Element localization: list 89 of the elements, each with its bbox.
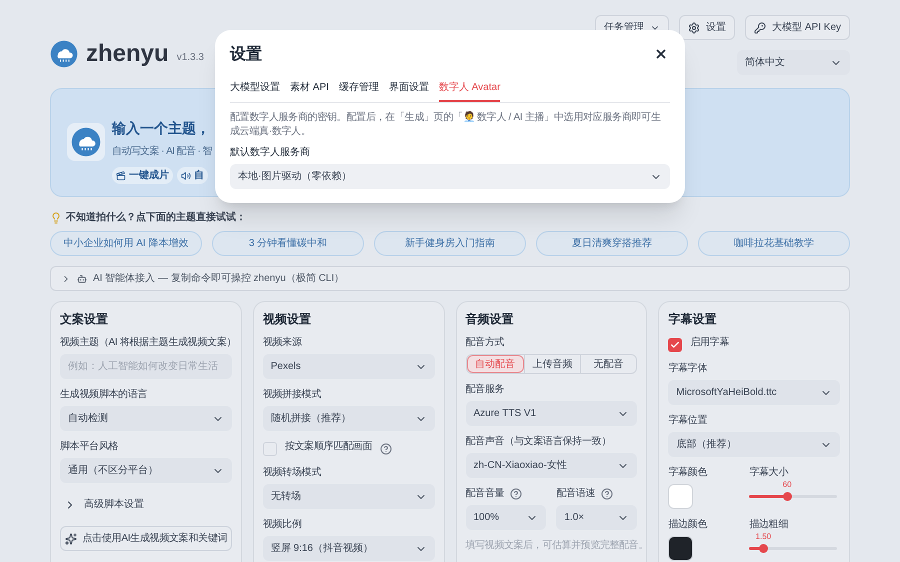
topic-chip[interactable]: 3 分钟看懂碳中和	[212, 231, 364, 256]
generate-script-button[interactable]: 点击使用AI生成视频文案和关键词	[60, 526, 232, 551]
help-icon[interactable]	[601, 488, 614, 500]
topic-chip[interactable]: 新手健身房入门指南	[374, 231, 526, 256]
dialog-tab[interactable]: 大模型设置	[230, 82, 280, 102]
slider-reading: 60	[782, 480, 792, 490]
hint-text: 填写视频文案后，可估算并预览完整配音。	[466, 540, 648, 552]
agent-bar[interactable]: AI 智能体接入 — 复制命令即可操控 zhenyu（极简 CLI）	[50, 266, 850, 291]
field-label: 生成视频脚本的语言	[60, 389, 148, 401]
hint-text: 不知道拍什么？点下面的主题直接试试：	[66, 210, 246, 225]
select-field[interactable]: 竖屏 9:16（抖音视频）	[262, 536, 434, 561]
check-icon	[670, 340, 680, 350]
slider-reading: 1.50	[756, 532, 772, 542]
field-label: 字幕字体	[668, 363, 708, 375]
robot-icon	[77, 274, 87, 284]
dialog-tab[interactable]: 界面设置	[388, 82, 429, 102]
field-label: 描边粗细	[749, 519, 788, 531]
select-field[interactable]: 随机拼接（推荐）	[262, 406, 434, 431]
panel-title: 音频设置	[466, 312, 514, 326]
field-label: 配音方式	[466, 337, 504, 349]
topic-input[interactable]: 例如：人工智能如何改变日常生活	[60, 354, 232, 379]
topic-chip[interactable]: 夏日清爽穿搭推荐	[536, 231, 688, 256]
sparkle-icon	[64, 532, 77, 544]
feature-badge: 自	[177, 167, 208, 184]
field-label: 描边颜色	[668, 519, 708, 531]
app-name: zhenyu	[86, 38, 169, 68]
key-icon	[754, 22, 766, 34]
panel-title: 视频设置	[262, 312, 311, 326]
field-label: 字幕颜色	[668, 467, 708, 479]
topic-chip[interactable]: 咖啡拉花基础教学	[698, 231, 850, 256]
header-button[interactable]: 设置	[679, 15, 736, 40]
help-icon[interactable]	[380, 443, 392, 455]
dialog-tab[interactable]: 素材 API	[290, 82, 329, 102]
field-label: 配音语速	[556, 488, 596, 500]
select-field[interactable]: 100%	[466, 505, 546, 530]
segment-option[interactable]: 上传音频	[524, 355, 580, 373]
dialog-tab[interactable]: 缓存管理	[338, 82, 379, 102]
segment-option[interactable]: 无配音	[580, 355, 636, 373]
speaker-icon	[181, 170, 191, 180]
select-field[interactable]: 简体中文	[737, 50, 850, 75]
field-label: 按文案顺序匹配画面	[284, 441, 372, 453]
field-label: 默认数字人服务商	[230, 147, 310, 159]
checkbox[interactable]	[262, 442, 277, 456]
hero-title: 输入一个主题，	[112, 119, 210, 137]
select-field[interactable]: Pexels	[262, 354, 434, 379]
panel-title: 字幕设置	[668, 312, 716, 326]
select-field[interactable]: zh-CN-Xiaoxiao-女性	[466, 453, 638, 478]
field-label: 配音音量	[466, 488, 504, 500]
color-swatch[interactable]	[668, 484, 694, 509]
field-label: 视频转场模式	[262, 467, 321, 479]
field-label: 字幕大小	[749, 467, 788, 479]
settings-icon	[688, 22, 700, 34]
select-field[interactable]: 无转场	[262, 484, 434, 509]
clapperboard-icon	[116, 170, 126, 180]
field-label: 字幕位置	[668, 415, 708, 427]
select-field[interactable]: Azure TTS V1	[466, 401, 638, 426]
checkbox[interactable]	[668, 338, 682, 352]
select-field[interactable]: 1.0×	[556, 505, 638, 530]
panel-title: 文案设置	[60, 312, 108, 326]
header-button[interactable]: 大模型 API Key	[745, 15, 850, 40]
select-field[interactable]: 本地·图片驱动（零依赖）	[230, 164, 670, 189]
field-label: 脚本平台风格	[60, 441, 118, 453]
version-label: v1.3.3	[176, 51, 204, 65]
field-label: 视频拼接模式	[262, 389, 321, 401]
help-icon[interactable]	[510, 488, 522, 500]
feature-badge: 一键成片	[112, 167, 173, 184]
field-label: 视频来源	[262, 337, 302, 349]
field-label: 视频比例	[262, 519, 302, 531]
dialog-description: 配置数字人服务商的密钥。配置后，在「生成」页的「🧑‍💼 数字人 / AI 主播」中选用对应服务商即可生成云端真·数字人。	[230, 111, 662, 139]
slider-thumb[interactable]	[783, 492, 792, 501]
select-field[interactable]: 通用（不区分平台）	[60, 458, 232, 483]
slider-thumb[interactable]	[759, 544, 768, 553]
field-label: 启用字幕	[690, 337, 730, 349]
field-label: 配音服务	[466, 384, 504, 396]
slider-track[interactable]	[749, 495, 838, 498]
select-field[interactable]: 自动检测	[60, 406, 232, 431]
dialog-title: 设置	[230, 45, 262, 64]
field-label: 视频主题（AI 将根据主题生成视频文案）	[60, 337, 236, 349]
select-field[interactable]: 底部（推荐）	[668, 432, 840, 457]
advanced-toggle[interactable]: 高级脚本设置	[60, 493, 144, 516]
topic-chip[interactable]: 中小企业如何用 AI 降本增效	[50, 231, 202, 256]
app-logo	[50, 40, 78, 68]
field-label: 配音声音（与文案语言保持一致）	[466, 436, 612, 448]
color-swatch[interactable]	[668, 536, 694, 561]
lightbulb-icon	[50, 212, 62, 224]
close-icon	[654, 47, 668, 61]
select-field[interactable]: MicrosoftYaHeiBold.ttc	[668, 380, 840, 405]
hero-subtitle: 自动写文案 · AI 配音 · 智	[112, 146, 212, 158]
dialog-tab[interactable]: 数字人 Avatar	[438, 82, 500, 102]
